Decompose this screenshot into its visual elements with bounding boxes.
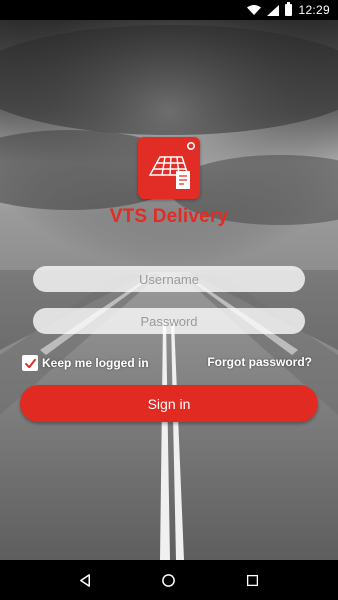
home-icon[interactable] — [154, 565, 184, 595]
app-title: VTS Delivery — [109, 206, 229, 227]
keep-logged-in-checkbox[interactable] — [22, 355, 38, 371]
login-screen: VTS Delivery Keep me logged in Forgot pa… — [0, 20, 338, 560]
status-bar: 12:29 — [0, 0, 338, 20]
battery-icon — [285, 2, 293, 16]
password-input[interactable] — [33, 308, 305, 334]
recents-icon[interactable] — [237, 565, 267, 595]
system-nav-bar — [0, 560, 338, 600]
status-time: 12:29 — [298, 3, 330, 17]
keep-logged-in-label[interactable]: Keep me logged in — [42, 356, 149, 370]
wifi-icon — [247, 5, 262, 15]
vts-delivery-logo — [138, 137, 200, 199]
check-icon — [24, 358, 36, 368]
forgot-password-link[interactable]: Forgot password? — [207, 355, 312, 369]
back-icon[interactable] — [71, 565, 101, 595]
username-input[interactable] — [33, 266, 305, 292]
signin-button[interactable]: Sign in — [20, 385, 318, 422]
signal-icon — [267, 4, 280, 16]
login-options-row: Keep me logged in Forgot password? — [22, 355, 312, 375]
